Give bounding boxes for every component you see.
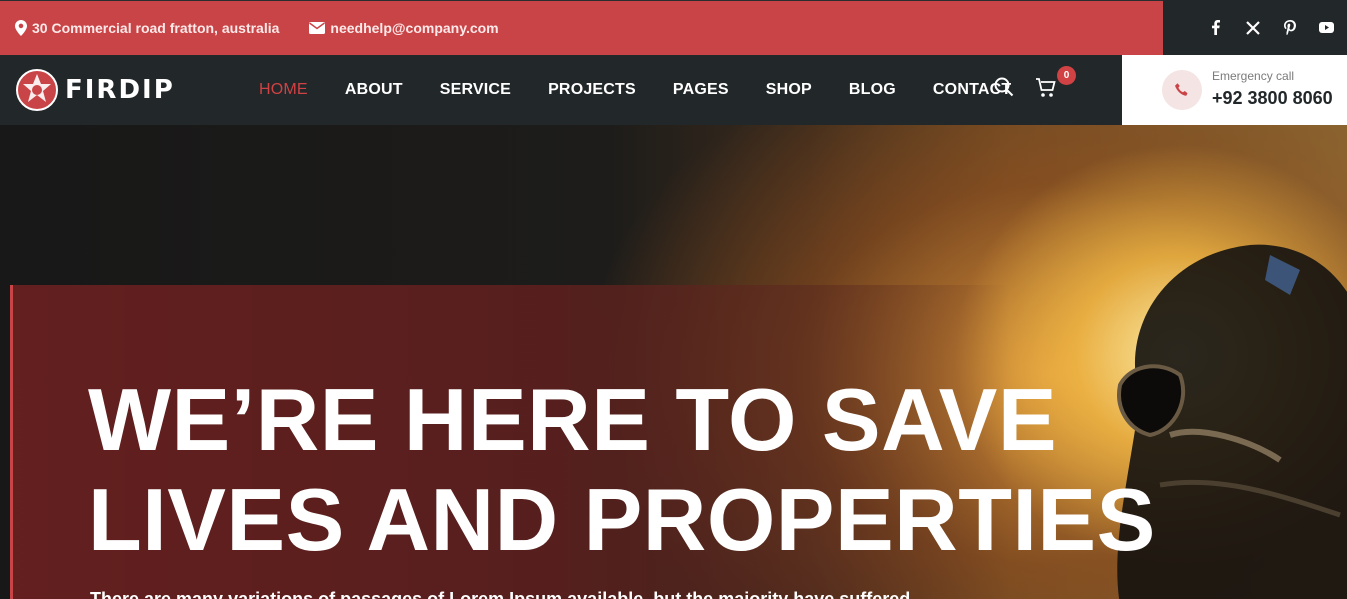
address-item: 30 Commercial road fratton, australia [15,20,279,36]
brand-logo[interactable]: FIRDIP [15,68,175,112]
hero-title-line2: LIVES AND PROPERTIES [88,470,1156,569]
firefighter-badge-icon [16,69,58,111]
top-bar: 30 Commercial road fratton, australia ne… [0,0,1347,55]
emergency-number[interactable]: +92 3800 8060 [1212,88,1333,109]
map-pin-icon [15,20,27,36]
contact-strip: 30 Commercial road fratton, australia ne… [0,0,1163,55]
envelope-icon [309,22,326,34]
x-icon[interactable] [1244,19,1261,36]
primary-menu: HOME ABOUT SERVICE PROJECTS PAGES SHOP B… [259,55,1048,125]
nav-projects[interactable]: PROJECTS [548,81,636,99]
hero-title-line1: WE’RE HERE TO SAVE [88,370,1058,469]
youtube-icon[interactable] [1318,19,1335,36]
nav-about[interactable]: ABOUT [345,81,403,99]
cart-icon[interactable] [1035,77,1057,104]
nav-blog[interactable]: BLOG [849,81,896,99]
nav-service[interactable]: SERVICE [440,81,511,99]
hero-subtitle: There are many variations of passages of… [90,589,911,599]
email-text[interactable]: needhelp@company.com [330,20,498,36]
search-icon[interactable] [994,77,1014,102]
email-item[interactable]: needhelp@company.com [309,20,499,36]
nav-home[interactable]: HOME [259,81,308,99]
social-links [1163,0,1347,55]
pinterest-icon[interactable] [1281,19,1298,36]
hero-title: WE’RE HERE TO SAVE LIVES AND PROPERTIES [88,370,1156,570]
nav-pages[interactable]: PAGES [673,81,729,99]
hero-banner: WE’RE HERE TO SAVE LIVES AND PROPERTIES … [0,125,1347,599]
nav-shop[interactable]: SHOP [766,81,812,99]
address-text: 30 Commercial road fratton, australia [32,20,280,36]
facebook-icon[interactable] [1207,19,1224,36]
phone-icon [1162,70,1202,110]
cart-count-badge: 0 [1057,66,1076,85]
brand-name: FIRDIP [65,75,175,105]
emergency-call-box[interactable]: Emergency call +92 3800 8060 [1122,55,1347,125]
emergency-label: Emergency call [1212,69,1295,83]
